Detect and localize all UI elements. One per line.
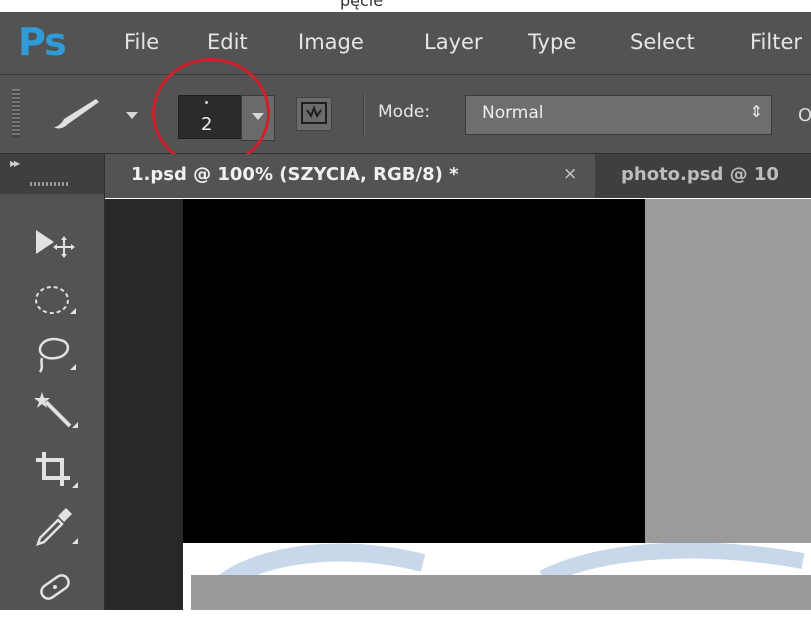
tab-photo-psd[interactable]: photo.psd @ 10 — [605, 154, 811, 198]
brush-panel-icon — [301, 102, 327, 124]
lasso-tool-icon[interactable] — [30, 332, 80, 376]
mode-label: Mode: — [378, 102, 431, 122]
elliptical-marquee-tool-icon[interactable] — [30, 278, 80, 322]
brush-size-highlight-circle — [152, 58, 270, 168]
select-arrows-icon: ⇕ — [749, 102, 763, 121]
menu-select[interactable]: Select — [630, 30, 695, 54]
brush-tool-preset-icon[interactable] — [48, 97, 108, 133]
menu-image[interactable]: Image — [298, 30, 364, 54]
close-icon[interactable]: × — [563, 164, 577, 184]
panel-grip[interactable] — [30, 182, 70, 186]
black-layer-region — [183, 199, 645, 543]
tools-panel-header: ▸▸ — [0, 154, 104, 194]
collapse-panel-icon[interactable]: ▸▸ — [10, 156, 20, 170]
eyedropper-tool-icon[interactable] — [30, 504, 80, 548]
spot-healing-tool-icon[interactable] — [30, 570, 80, 614]
options-bar: 2 Mode: Normal ⇕ O — [0, 75, 811, 154]
gray-strip — [191, 575, 811, 610]
tab-1-psd[interactable]: 1.psd @ 100% (SZYCIA, RGB/8) * × — [105, 154, 595, 198]
magic-wand-tool-icon[interactable] — [30, 390, 80, 434]
tools-panel: ▸▸ — [0, 154, 105, 610]
menu-filter[interactable]: Filter — [750, 30, 802, 54]
options-separator — [363, 93, 365, 137]
document-canvas[interactable] — [183, 199, 811, 610]
page-top-strip: pęcie — [0, 0, 811, 12]
tab-title: 1.psd @ 100% (SZYCIA, RGB/8) * — [131, 164, 459, 185]
mode-select[interactable]: Normal ⇕ — [465, 95, 772, 135]
options-bar-cutoff-label: O — [798, 105, 811, 126]
mode-select-value: Normal — [482, 103, 544, 123]
menu-type[interactable]: Type — [528, 30, 576, 54]
menu-layer[interactable]: Layer — [424, 30, 483, 54]
menu-edit[interactable]: Edit — [207, 30, 248, 54]
page-top-text: pęcie — [340, 0, 384, 10]
options-bar-grip[interactable] — [12, 89, 20, 137]
move-tool-icon[interactable] — [30, 220, 80, 264]
photoshop-logo: Ps — [18, 20, 67, 64]
crop-tool-icon[interactable] — [30, 448, 80, 492]
gray-layer-region — [645, 199, 811, 543]
tab-title: photo.psd @ 10 — [621, 164, 779, 185]
menu-file[interactable]: File — [124, 30, 159, 54]
document-tab-bar: 1.psd @ 100% (SZYCIA, RGB/8) * × photo.p… — [105, 154, 811, 198]
brush-preset-dropdown-icon[interactable] — [126, 112, 138, 119]
menu-bar: Ps File Edit Image Layer Type Select Fil… — [0, 12, 811, 75]
document-workspace — [105, 199, 811, 610]
brush-panel-toggle-button[interactable] — [296, 97, 332, 131]
